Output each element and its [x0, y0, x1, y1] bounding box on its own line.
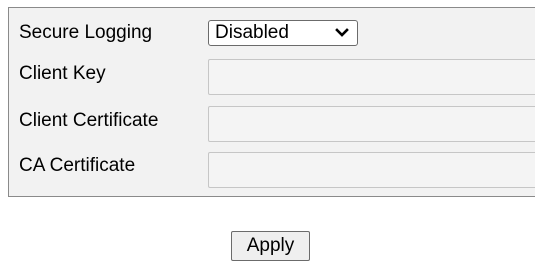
client-certificate-label: Client Certificate [19, 110, 159, 131]
client-key-field[interactable] [208, 59, 535, 95]
secure-logging-label: Secure Logging [19, 22, 153, 43]
ca-certificate-field[interactable] [208, 152, 535, 188]
ca-certificate-label: CA Certificate [19, 155, 136, 176]
apply-button[interactable]: Apply [231, 231, 310, 261]
chevron-down-icon [335, 28, 349, 37]
secure-logging-settings-panel: Secure Logging Disabled Client Key Clien… [8, 7, 535, 197]
client-key-label: Client Key [19, 63, 106, 84]
client-certificate-field[interactable] [208, 106, 535, 142]
secure-logging-select[interactable]: Disabled [208, 20, 358, 46]
secure-logging-selected-value: Disabled [215, 22, 289, 43]
